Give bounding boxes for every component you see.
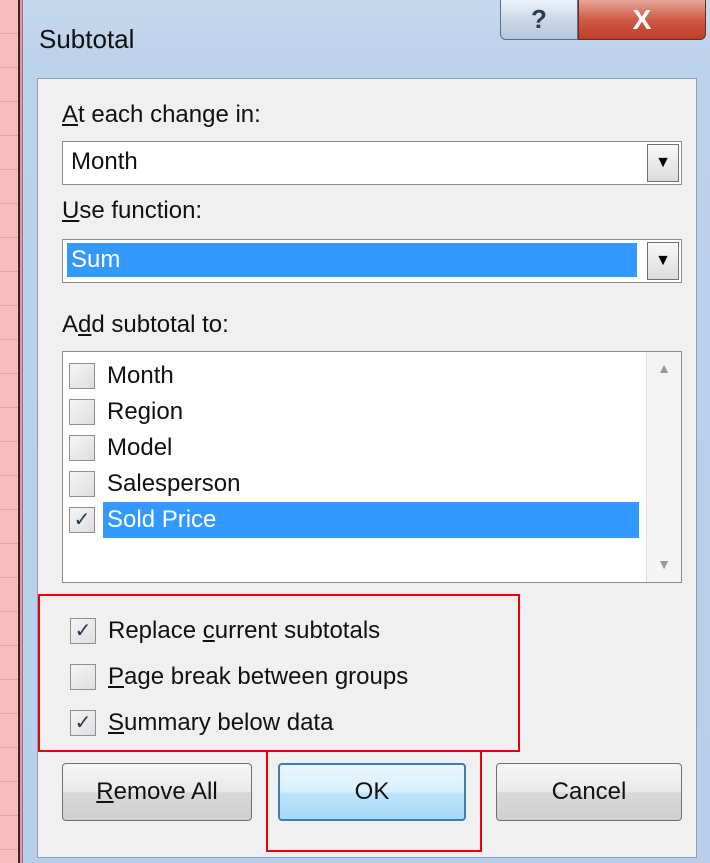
list-item-salesperson[interactable]: Salesperson [69,466,637,502]
list-item-label: Month [107,362,174,389]
dialog-body: At each change in: Month ▼ Use function:… [37,78,697,858]
model-checkbox[interactable] [69,435,95,461]
remove-all-button[interactable]: Remove All [62,763,252,821]
summary-below-data-option[interactable]: ✓ Summary below data [70,705,530,741]
list-item-label: Sold Price [103,502,639,538]
subtotal-dialog: Subtotal ? X At each change in: Month ▼ … [22,0,710,863]
worksheet-backdrop [0,0,20,863]
cancel-button[interactable]: Cancel [496,763,682,821]
add-subtotal-label: Add subtotal to: [62,311,229,338]
sold-price-checkbox[interactable]: ✓ [69,507,95,533]
region-checkbox[interactable] [69,399,95,425]
use-function-select[interactable]: Sum ▼ [62,239,682,283]
remove-all-label: Remove All [96,778,218,805]
summary-below-checkbox[interactable]: ✓ [70,710,96,736]
summary-below-label: Summary below data [108,709,334,736]
page-break-checkbox[interactable] [70,664,96,690]
scroll-up-icon[interactable]: ▲ [647,360,681,376]
list-item-label: Salesperson [107,470,241,497]
salesperson-checkbox[interactable] [69,471,95,497]
title-bar[interactable]: Subtotal ? X [23,0,710,80]
replace-subtotals-label: Replace current subtotals [108,617,381,644]
list-item-model[interactable]: Model [69,430,637,466]
list-item-month[interactable]: Month [69,358,637,394]
at-each-change-select[interactable]: Month ▼ [62,141,682,185]
page-break-option[interactable]: Page break between groups [70,659,530,695]
page-break-label: Page break between groups [108,663,409,690]
help-button[interactable]: ? [500,0,578,40]
list-item-region[interactable]: Region [69,394,637,430]
help-icon: ? [531,4,547,34]
use-function-label: Use function: [62,197,203,224]
month-checkbox[interactable] [69,363,95,389]
ok-button[interactable]: OK [278,763,466,821]
chevron-down-icon[interactable]: ▼ [647,242,679,280]
add-subtotal-list[interactable]: Month Region Model Salesperson ✓ Sold Pr… [62,351,682,583]
replace-subtotals-checkbox[interactable]: ✓ [70,618,96,644]
list-scrollbar[interactable]: ▲ ▼ [646,352,681,582]
close-button[interactable]: X [578,0,706,40]
close-icon: X [632,3,652,35]
replace-current-subtotals-option[interactable]: ✓ Replace current subtotals [70,613,530,649]
at-each-change-label: At each change in: [62,101,261,128]
chevron-down-icon[interactable]: ▼ [647,144,679,182]
at-each-change-value: Month [71,148,138,175]
use-function-value: Sum [67,243,637,277]
scroll-down-icon[interactable]: ▼ [647,556,681,572]
list-item-label: Model [107,434,173,461]
list-item-sold-price[interactable]: ✓ Sold Price [69,502,639,538]
list-item-label: Region [107,398,184,425]
dialog-title: Subtotal [39,24,135,54]
